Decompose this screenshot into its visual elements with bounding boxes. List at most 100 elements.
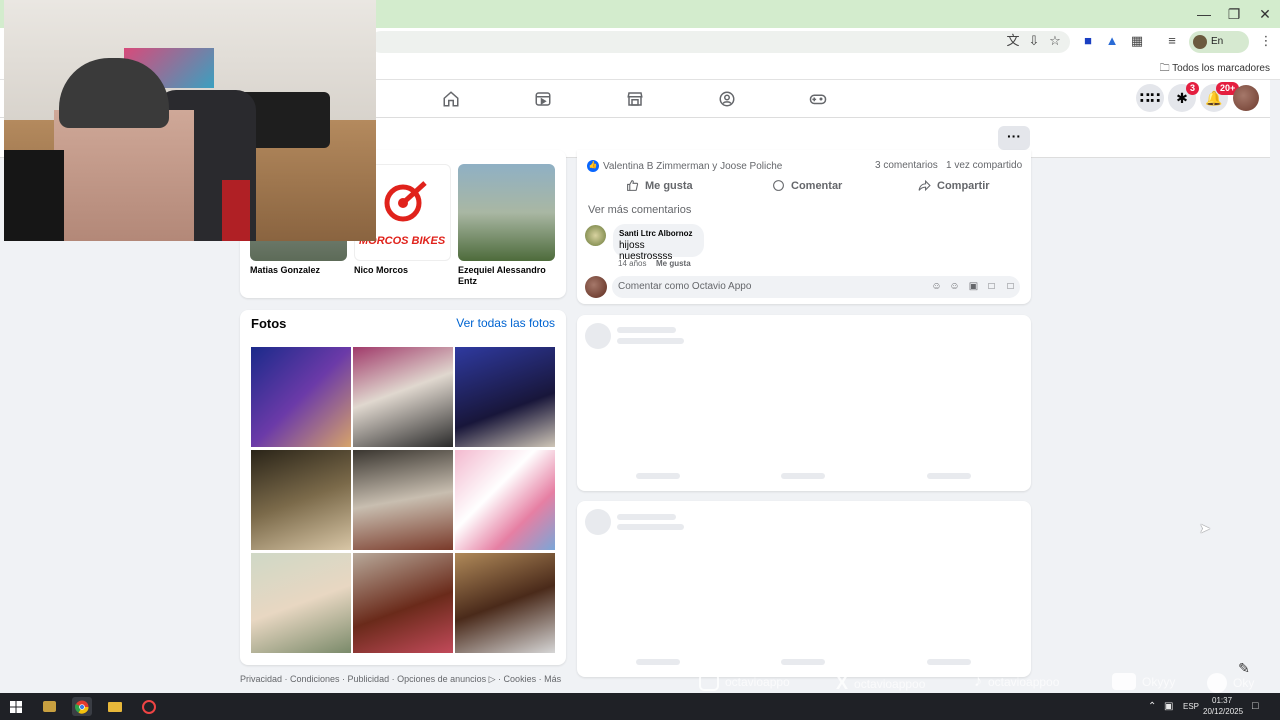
skeleton-line (636, 659, 680, 665)
all-bookmarks-label: Todos los marcadores (1172, 63, 1270, 74)
webcam-mic (222, 180, 250, 241)
photo-thumbnail[interactable] (251, 450, 351, 550)
media-controls-icon[interactable]: ≡ (1164, 33, 1180, 49)
comment-button[interactable]: Comentar (772, 179, 842, 192)
loading-post-card (577, 501, 1031, 677)
photo-thumbnail[interactable] (455, 553, 555, 653)
skeleton-avatar (585, 323, 611, 349)
windows-start-icon[interactable] (6, 697, 26, 716)
tiktok-handle: octavioappoo (988, 675, 1060, 689)
loading-post-card (577, 315, 1031, 491)
instagram-overlay: octavioappo (699, 673, 790, 691)
clock-date[interactable]: 20/12/2025 (1203, 707, 1243, 716)
install-app-icon[interactable]: ⇩ (1026, 33, 1042, 49)
comment-input[interactable]: Comentar como Octavio Appo ☺ ☺ ▣ □ □ (612, 276, 1020, 298)
marketplace-icon[interactable] (626, 90, 644, 108)
skeleton-line (927, 473, 971, 479)
footer-links[interactable]: Privacidad · Condiciones · Publicidad · … (240, 674, 561, 685)
emoji-icon[interactable]: ☺ (948, 280, 961, 293)
photo-thumbnail[interactable] (455, 347, 555, 447)
skeleton-line (927, 659, 971, 665)
photos-title[interactable]: Fotos (251, 316, 286, 331)
camera-icon[interactable]: ▣ (967, 280, 980, 293)
x-icon: X (836, 673, 849, 693)
webcam-overlay (4, 0, 376, 241)
friend-name[interactable]: Nico Morcos (354, 265, 451, 276)
photo-thumbnail[interactable] (353, 450, 453, 550)
commenter-avatar[interactable] (585, 225, 606, 246)
extension-icon[interactable]: ■ (1080, 33, 1096, 49)
account-avatar-button[interactable] (1233, 85, 1259, 111)
video-icon[interactable] (534, 90, 552, 108)
language-indicator[interactable]: ESP (1183, 702, 1199, 711)
like-label: Me gusta (645, 179, 693, 192)
messenger-badge: 3 (1186, 82, 1200, 95)
sticker-icon[interactable]: □ (1004, 280, 1017, 293)
translate-icon[interactable]: 文 (1005, 33, 1021, 49)
skeleton-avatar (585, 509, 611, 535)
comment-label: Comentar (791, 179, 843, 192)
avatar-sticker-icon[interactable]: ☺ (930, 280, 943, 293)
current-user-avatar (585, 276, 607, 298)
webcam-person (54, 110, 194, 241)
browser-menu-icon[interactable]: ⋮ (1258, 33, 1274, 49)
tiktok-overlay: ♪ octavioappoo (974, 673, 1059, 691)
thumbs-up-icon (627, 180, 639, 191)
photo-thumbnail[interactable] (455, 450, 555, 550)
share-button[interactable]: Compartir (918, 179, 990, 192)
minimize-button[interactable]: — (1189, 4, 1219, 24)
comment-author[interactable]: Santi Ltrc Albornoz (619, 229, 698, 238)
windows-taskbar: ⌃ ▣ ESP 01:37 20/12/2025 □ (0, 693, 1280, 720)
shares-count[interactable]: 1 vez compartido (946, 160, 1022, 171)
skeleton-line (617, 327, 676, 333)
ellipsis-icon: ··· (1007, 128, 1021, 144)
chrome-icon[interactable] (72, 697, 92, 716)
x-overlay: X octavioappoo (836, 673, 925, 694)
bookmark-star-icon[interactable]: ☆ (1047, 33, 1063, 49)
photo-thumbnail[interactable] (353, 347, 453, 447)
youtube-icon (1112, 673, 1136, 690)
menu-grid-button[interactable]: ∷∷ (1136, 84, 1164, 112)
like-button[interactable]: Me gusta (626, 179, 693, 192)
notification-center-icon[interactable]: □ (1252, 700, 1259, 712)
see-all-photos-link[interactable]: Ver todas las fotos (456, 316, 555, 330)
post-reactions[interactable]: 👍 Valentina B Zimmerman y Joose Poliche (587, 160, 782, 172)
webcam-jacket (4, 150, 64, 241)
streaming-app-icon[interactable] (139, 697, 159, 716)
clock-time[interactable]: 01:37 (1212, 696, 1232, 705)
gif-icon[interactable]: □ (985, 280, 998, 293)
gaming-icon[interactable] (809, 90, 827, 108)
profile-paused-chip[interactable]: En pausa (1189, 31, 1249, 69)
more-options-button[interactable]: ··· (998, 126, 1030, 150)
friend-name[interactable]: Matias Gonzalez (250, 265, 347, 276)
see-more-comments-link[interactable]: Ver más comentarios (588, 204, 691, 216)
compose-icon: ✎ (1238, 660, 1250, 676)
comment-age[interactable]: 14 años (618, 259, 646, 268)
photo-thumbnail[interactable] (353, 553, 453, 653)
media-player-icon[interactable] (39, 697, 59, 716)
tray-chevron-icon[interactable]: ⌃ (1148, 701, 1156, 712)
extension-icon[interactable]: ▲ (1104, 33, 1120, 49)
network-icon[interactable]: ▣ (1164, 701, 1173, 712)
file-explorer-icon[interactable] (105, 697, 125, 716)
friend-tile[interactable]: Ezequiel Alessandro Entz (458, 164, 555, 287)
home-icon[interactable] (442, 90, 460, 108)
share-label: Compartir (937, 179, 990, 192)
photo-thumbnail[interactable] (251, 553, 351, 653)
groups-icon[interactable] (718, 90, 736, 108)
x-handle: octavioappoo (854, 676, 926, 691)
friend-photo[interactable] (458, 164, 555, 261)
skeleton-line (781, 473, 825, 479)
comment-like-button[interactable]: Me gusta (656, 259, 691, 268)
mouse-cursor-icon: ➤ (1199, 520, 1211, 536)
restore-button[interactable]: ❐ (1219, 4, 1249, 24)
friend-name[interactable]: Ezequiel Alessandro Entz (458, 265, 555, 287)
comments-count[interactable]: 3 comentarios (875, 160, 938, 171)
all-bookmarks-button[interactable]: 🗀 Todos los marcadores (1160, 61, 1270, 78)
close-window-button[interactable]: ✕ (1250, 4, 1280, 24)
extensions-puzzle-icon[interactable]: ▦ (1129, 33, 1145, 49)
address-bar[interactable] (370, 31, 1070, 53)
grid-icon: ∷∷ (1139, 90, 1161, 107)
photo-thumbnail[interactable] (251, 347, 351, 447)
new-message-button[interactable]: ✎ (1232, 656, 1256, 680)
